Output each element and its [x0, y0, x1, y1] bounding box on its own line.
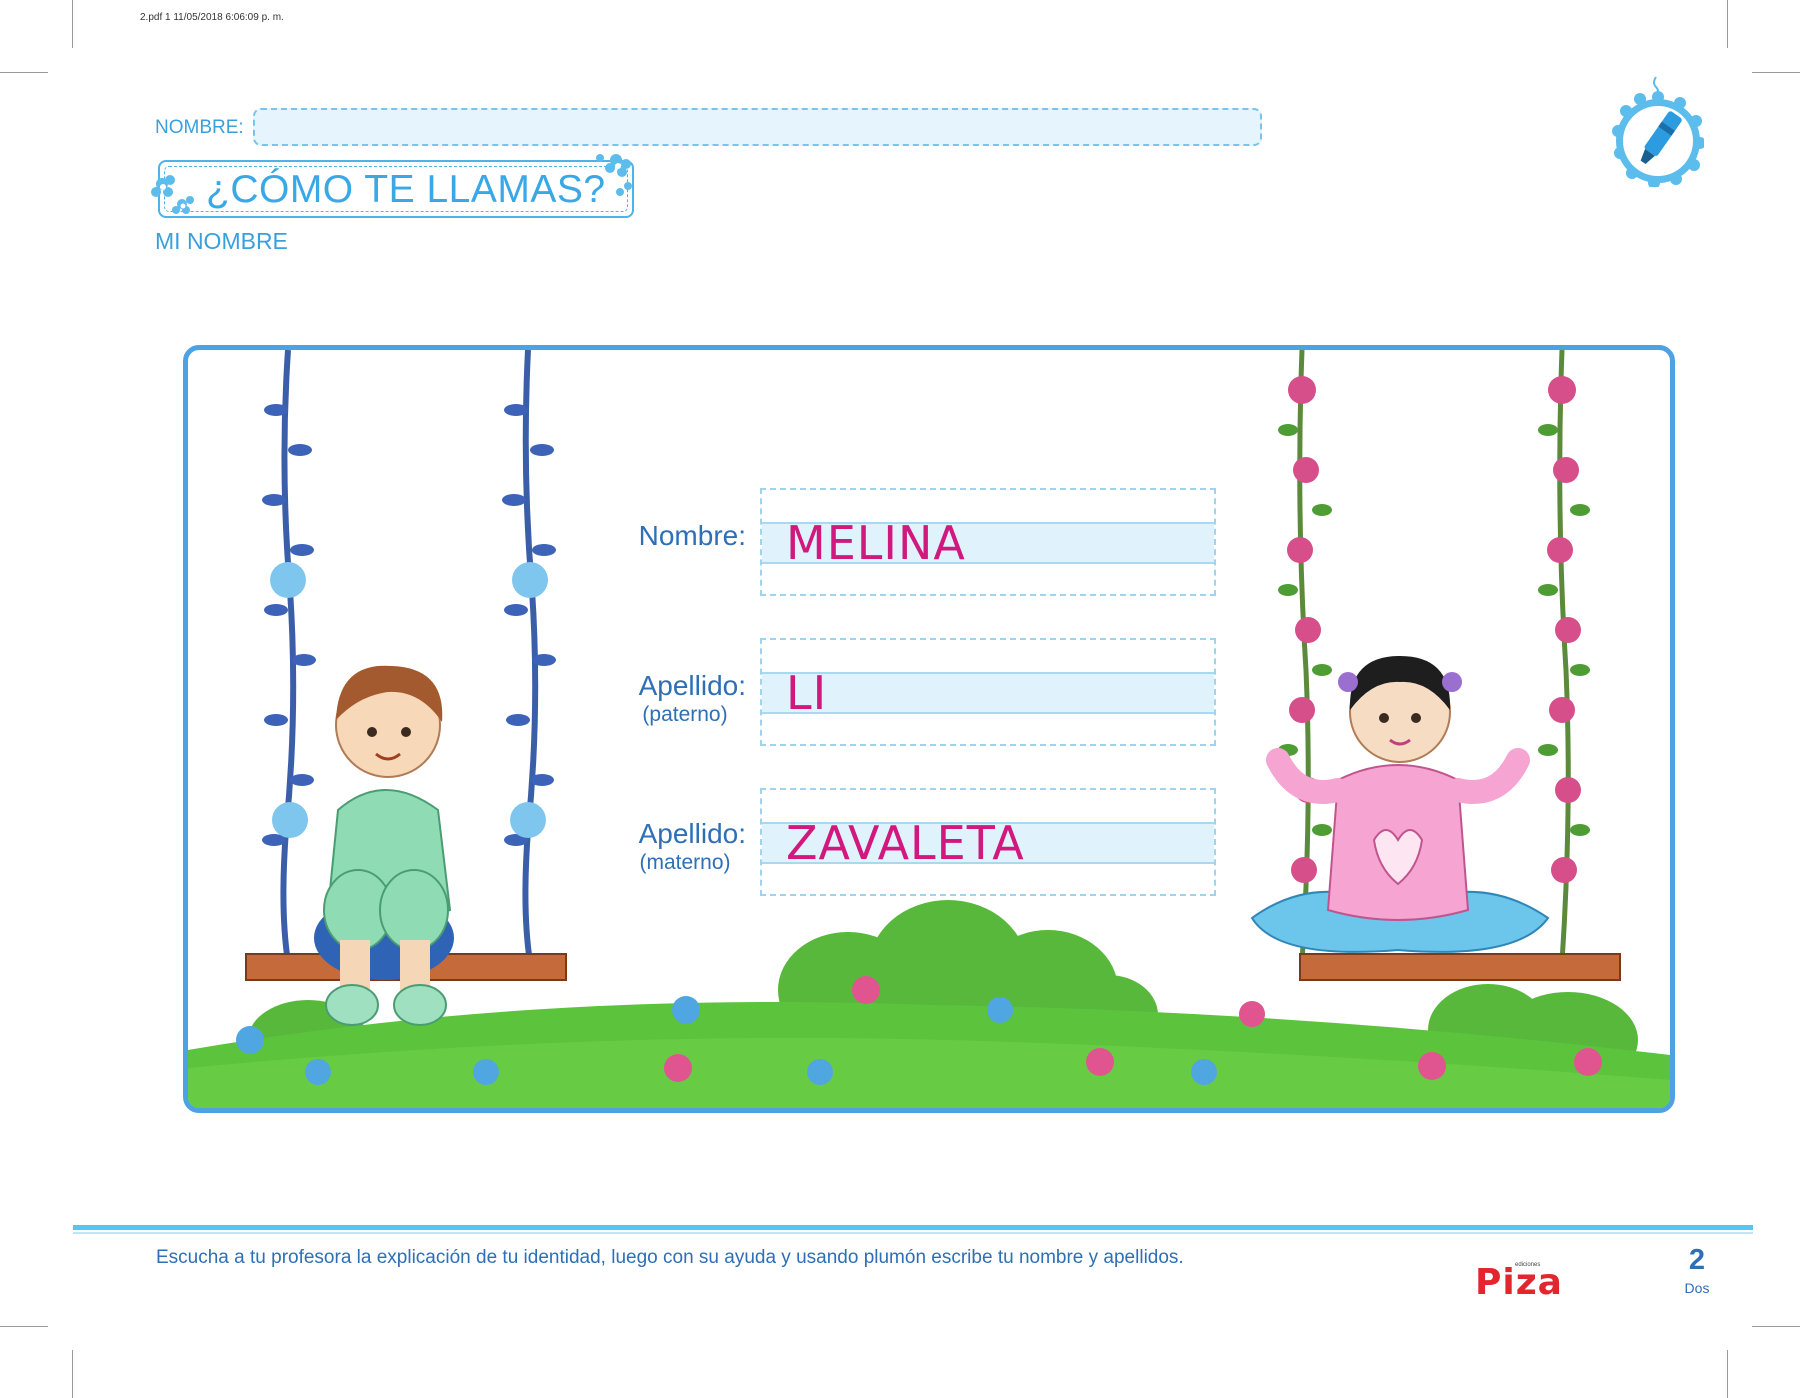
page-subtitle: MI NOMBRE	[155, 228, 288, 254]
page-number: 2	[1688, 1244, 1706, 1276]
blue-flower-icon	[596, 154, 632, 196]
maternal-surname-field[interactable]: ZAVALETA	[760, 788, 1216, 896]
maternal-surname-value: ZAVALETA	[786, 816, 1025, 870]
page-title-box: ¿CÓMO TE LLAMAS?	[158, 160, 634, 218]
maternal-surname-label: Apellido:	[638, 818, 746, 849]
first-name-field[interactable]: MELINA	[760, 488, 1216, 596]
paternal-surname-sublabel: (paterno)	[642, 703, 728, 726]
footer-divider-thin	[73, 1232, 1753, 1234]
crop-mark	[1752, 1326, 1800, 1327]
page-number-word: Dos	[1684, 1280, 1710, 1296]
paternal-surname-value: LI	[786, 666, 828, 720]
crop-mark	[0, 72, 48, 73]
publisher-logo: Piza	[1475, 1262, 1563, 1303]
student-name-label: NOMBRE:	[155, 117, 244, 138]
paternal-surname-field[interactable]: LI	[760, 638, 1216, 746]
page-title: ¿CÓMO TE LLAMAS?	[206, 168, 606, 211]
crop-mark	[0, 1326, 48, 1327]
first-name-label: Nombre:	[638, 520, 746, 551]
first-name-value: MELINA	[786, 516, 966, 570]
print-info: 2.pdf 1 11/05/2018 6:06:09 p. m.	[140, 12, 284, 23]
maternal-surname-sublabel: (materno)	[639, 851, 731, 874]
instruction-text: Escucha a tu profesora la explicación de…	[156, 1247, 1184, 1268]
marker-badge-icon	[1612, 76, 1704, 187]
paternal-surname-label: Apellido:	[638, 670, 746, 701]
crop-mark	[1752, 72, 1800, 73]
blue-flower-icon	[151, 175, 194, 214]
crop-mark	[1727, 1350, 1728, 1398]
student-name-field[interactable]	[253, 108, 1262, 146]
crop-mark	[1727, 0, 1728, 48]
footer-divider	[73, 1225, 1753, 1230]
crop-mark	[72, 1350, 73, 1398]
crop-mark	[72, 0, 73, 48]
